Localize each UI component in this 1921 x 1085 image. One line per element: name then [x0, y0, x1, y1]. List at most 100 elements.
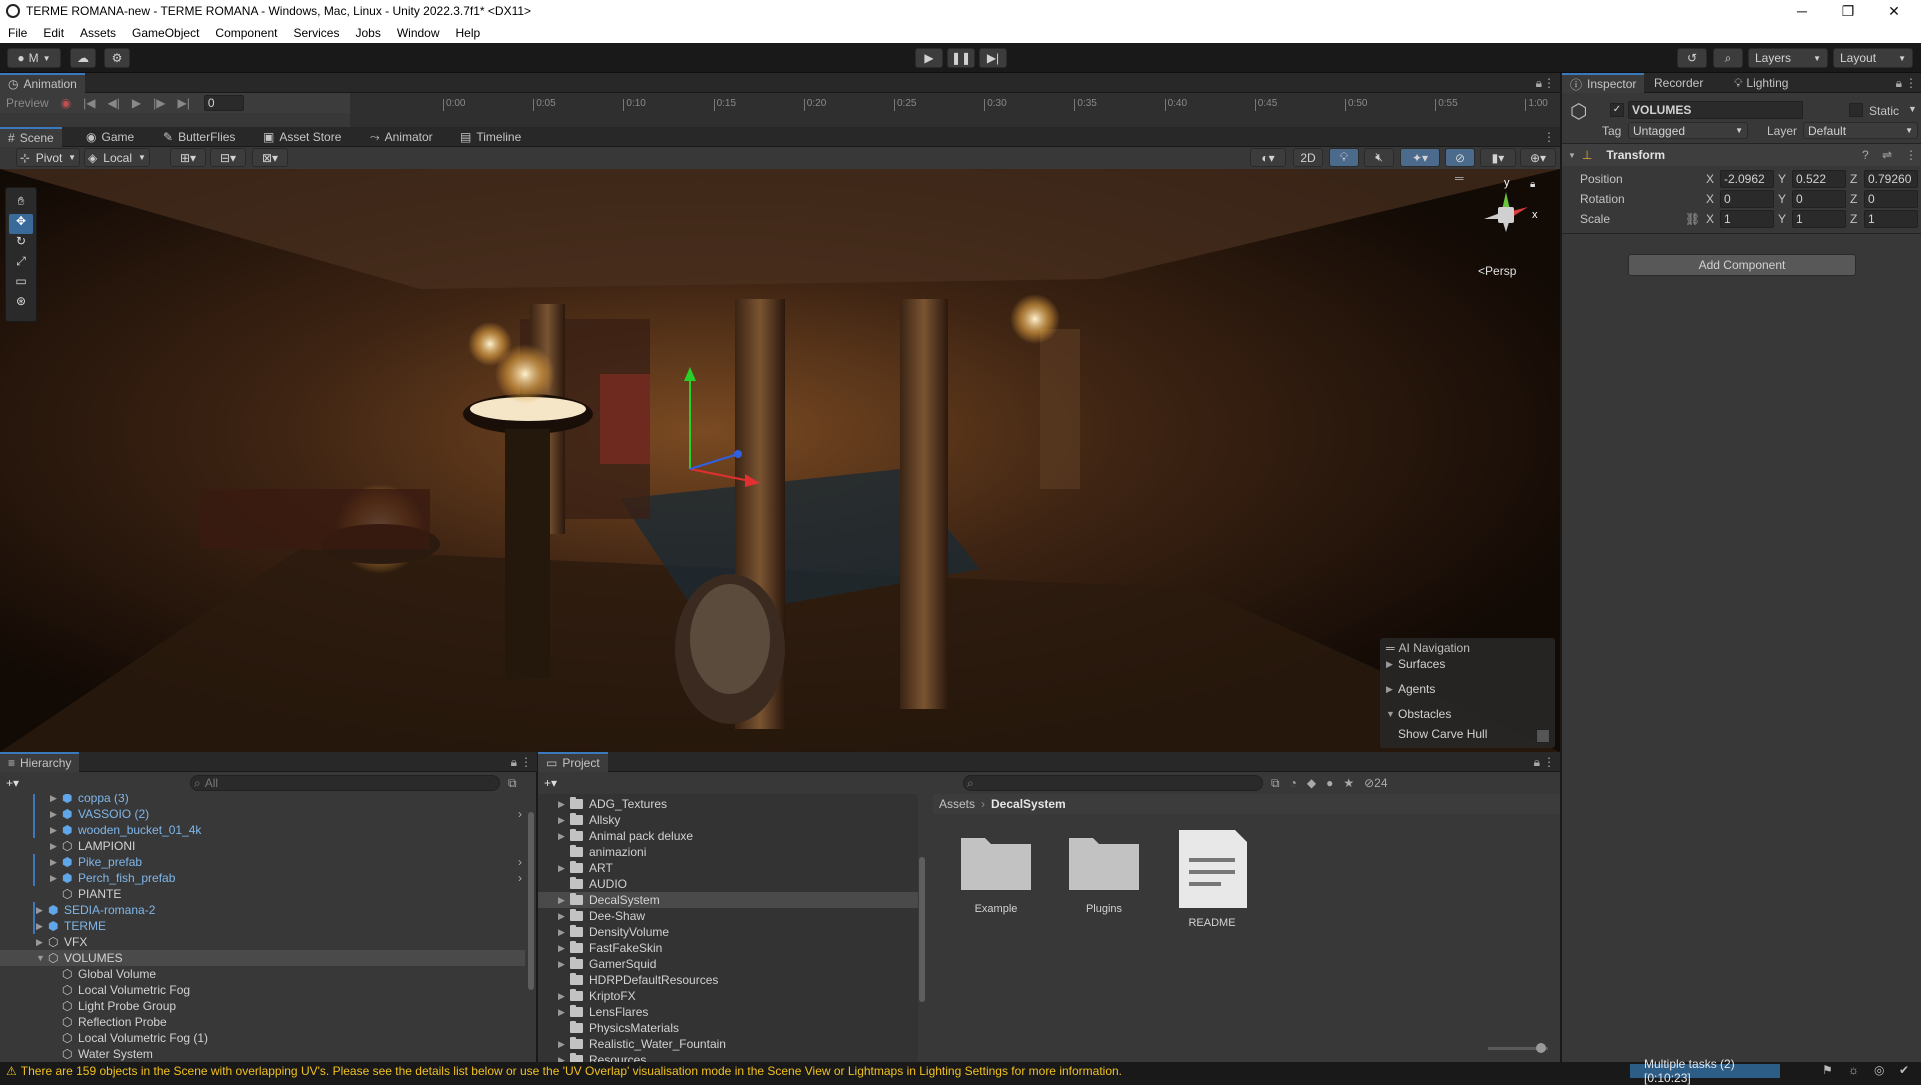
scale-y-field[interactable]: 1: [1792, 210, 1846, 228]
project-folder-item[interactable]: ▶ KriptoFX: [538, 988, 918, 1004]
collab-icon[interactable]: ⚙: [104, 48, 130, 68]
maximize-button[interactable]: ❐: [1825, 0, 1871, 22]
rotation-z-field[interactable]: 0: [1864, 190, 1918, 208]
hierarchy-item[interactable]: ⬡ Global Volume: [0, 966, 525, 982]
minimize-button[interactable]: ─: [1779, 0, 1825, 22]
link-icon[interactable]: ⛓︎: [1685, 212, 1700, 226]
lock-icon[interactable]: 🔒︎: [1896, 76, 1902, 91]
tab-animator[interactable]: ⤳ Animator: [362, 127, 441, 147]
hierarchy-item[interactable]: ▼ ⬡ VOLUMES: [0, 950, 525, 966]
position-z-label[interactable]: Z: [1850, 172, 1857, 186]
prev-key-button[interactable]: ◀|: [108, 96, 120, 110]
layers-dropdown[interactable]: Layers ▼: [1748, 48, 1828, 68]
menu-gameobject[interactable]: GameObject: [124, 26, 207, 40]
chevron-right-icon[interactable]: ▶: [558, 911, 570, 922]
step-button[interactable]: ▶|: [979, 48, 1007, 68]
hierarchy-item[interactable]: ▶ ⬢ SEDIA-romana-2: [0, 902, 525, 918]
chevron-right-icon[interactable]: ▶: [558, 943, 570, 954]
tab-hierarchy[interactable]: ≡ Hierarchy: [0, 752, 80, 772]
breadcrumb-assets[interactable]: Assets: [939, 797, 975, 811]
hierarchy-item[interactable]: ▶ ⬢ TERME: [0, 918, 525, 934]
tab-inspector[interactable]: ⓘ Inspector: [1562, 73, 1645, 93]
chevron-right-icon[interactable]: ▶: [558, 831, 570, 842]
ai-obstacles-foldout[interactable]: ▼ Obstacles: [1386, 707, 1451, 721]
search-icon[interactable]: ⌕: [1713, 48, 1743, 68]
project-folder-item[interactable]: AUDIO: [538, 876, 918, 892]
rotation-y-label[interactable]: Y: [1778, 192, 1786, 206]
chevron-right-icon[interactable]: ▶: [36, 921, 48, 932]
draw-mode-icon[interactable]: ◐▾: [1250, 148, 1286, 167]
lightmap-icon[interactable]: ☼: [1848, 1063, 1859, 1077]
orientation-gizmo[interactable]: y x 🔒︎: [1468, 177, 1548, 257]
position-y-field[interactable]: 0.522: [1792, 170, 1846, 188]
tab-scene[interactable]: # Scene: [0, 127, 62, 147]
tab-project[interactable]: ▭ Project: [538, 752, 608, 772]
project-folder-item[interactable]: HDRPDefaultResources: [538, 972, 918, 988]
chevron-right-icon[interactable]: ▶: [50, 857, 62, 868]
menu-edit[interactable]: Edit: [35, 26, 72, 40]
cloud-icon[interactable]: ☁: [70, 48, 96, 68]
chevron-right-icon[interactable]: ▶: [36, 905, 48, 916]
grid-snap-icon[interactable]: ⊞▾: [170, 148, 206, 167]
project-folder-item[interactable]: animazioni: [538, 844, 918, 860]
last-key-button[interactable]: ▶|: [177, 96, 189, 110]
project-folder-item[interactable]: ▶ LensFlares: [538, 1004, 918, 1020]
scale-y-label[interactable]: Y: [1778, 212, 1786, 226]
chevron-right-icon[interactable]: ▶: [50, 873, 62, 884]
hierarchy-scrollbar[interactable]: [528, 812, 534, 990]
layer-dropdown[interactable]: Default ▼: [1803, 122, 1918, 139]
scene-visibility-icon[interactable]: ⧉: [508, 776, 517, 791]
timeline-ruler[interactable]: 0:00 0:05 0:10 0:15 0:20 0:25 0:30 0:35 0:40 0:45…: [350, 93, 1560, 127]
hierarchy-item[interactable]: ▶ ⬢ coppa (3): [0, 794, 525, 806]
chevron-right-icon[interactable]: ▶: [36, 937, 48, 948]
chevron-down-icon[interactable]: ▼: [36, 953, 48, 963]
prefab-open-icon[interactable]: ›: [518, 871, 522, 885]
ai-surfaces-foldout[interactable]: ▶ Surfaces: [1386, 657, 1445, 671]
hierarchy-item[interactable]: ⬡ Local Volumetric Fog: [0, 982, 525, 998]
next-key-button[interactable]: |▶: [153, 96, 165, 110]
create-asset-button[interactable]: +▾: [544, 776, 557, 790]
tab-lighting[interactable]: 💡︎ Lighting: [1726, 73, 1796, 93]
search-scope-icon[interactable]: ⧉: [1271, 776, 1280, 791]
scale-x-label[interactable]: X: [1706, 212, 1714, 226]
chevron-right-icon[interactable]: ▶: [558, 927, 570, 938]
lock-icon[interactable]: 🔒︎: [511, 755, 517, 770]
tab-animation[interactable]: ◷ Animation: [0, 73, 85, 93]
tab-timeline[interactable]: ▤ Timeline: [452, 127, 529, 147]
chevron-right-icon[interactable]: ▶: [50, 825, 62, 836]
transform-header[interactable]: ▼ ⊥ Transform ? ⇌ ⋮: [1562, 144, 1921, 166]
project-folder-item[interactable]: ▶ Resources: [538, 1052, 918, 1062]
hierarchy-item[interactable]: ▶ ⬡ LAMPIONI: [0, 838, 525, 854]
more-menu-icon[interactable]: ⋮: [1905, 76, 1917, 90]
more-menu-icon[interactable]: ⋮: [1543, 130, 1555, 144]
chevron-right-icon[interactable]: ▶: [558, 1039, 570, 1050]
chevron-right-icon[interactable]: ▶: [558, 815, 570, 826]
rect-tool-icon[interactable]: ▭: [6, 274, 36, 294]
rotation-y-field[interactable]: 0: [1792, 190, 1846, 208]
pivot-dropdown[interactable]: ⊹ Pivot ▼: [16, 148, 80, 167]
position-y-label[interactable]: Y: [1778, 172, 1786, 186]
more-menu-icon[interactable]: ⋮: [1905, 148, 1917, 162]
project-tree-scrollbar[interactable]: [919, 857, 925, 1002]
more-menu-icon[interactable]: ⋮: [1543, 755, 1555, 769]
tab-recorder[interactable]: Recorder: [1646, 73, 1711, 93]
help-icon[interactable]: ?: [1862, 148, 1869, 162]
menu-component[interactable]: Component: [207, 26, 285, 40]
project-folder-item[interactable]: ▶ DensityVolume: [538, 924, 918, 940]
lock-icon[interactable]: 🔒︎: [1536, 76, 1542, 91]
chevron-right-icon[interactable]: ▶: [558, 799, 570, 810]
hierarchy-search-input[interactable]: ⌕ All: [190, 775, 501, 791]
progress-bar[interactable]: Multiple tasks (2) [0:10:23]: [1630, 1057, 1780, 1085]
hierarchy-item[interactable]: ▶ ⬢ Pike_prefab ›: [0, 854, 525, 870]
presets-icon[interactable]: ⇌: [1882, 148, 1892, 162]
icon-size-slider-handle[interactable]: [1536, 1043, 1546, 1053]
account-button[interactable]: ● M ▼: [7, 48, 61, 68]
project-folder-item[interactable]: ▶ Animal pack deluxe: [538, 828, 918, 844]
breadcrumb-current[interactable]: DecalSystem: [991, 797, 1066, 811]
asset-file-readme[interactable]: README: [1172, 826, 1252, 930]
hierarchy-item[interactable]: ▶ ⬢ VASSOIO (2) ›: [0, 806, 525, 822]
more-menu-icon[interactable]: ⋮: [520, 755, 532, 769]
persp-toggle[interactable]: <Persp: [1478, 264, 1516, 278]
menu-assets[interactable]: Assets: [72, 26, 124, 40]
active-checkbox[interactable]: ✓: [1610, 103, 1624, 117]
